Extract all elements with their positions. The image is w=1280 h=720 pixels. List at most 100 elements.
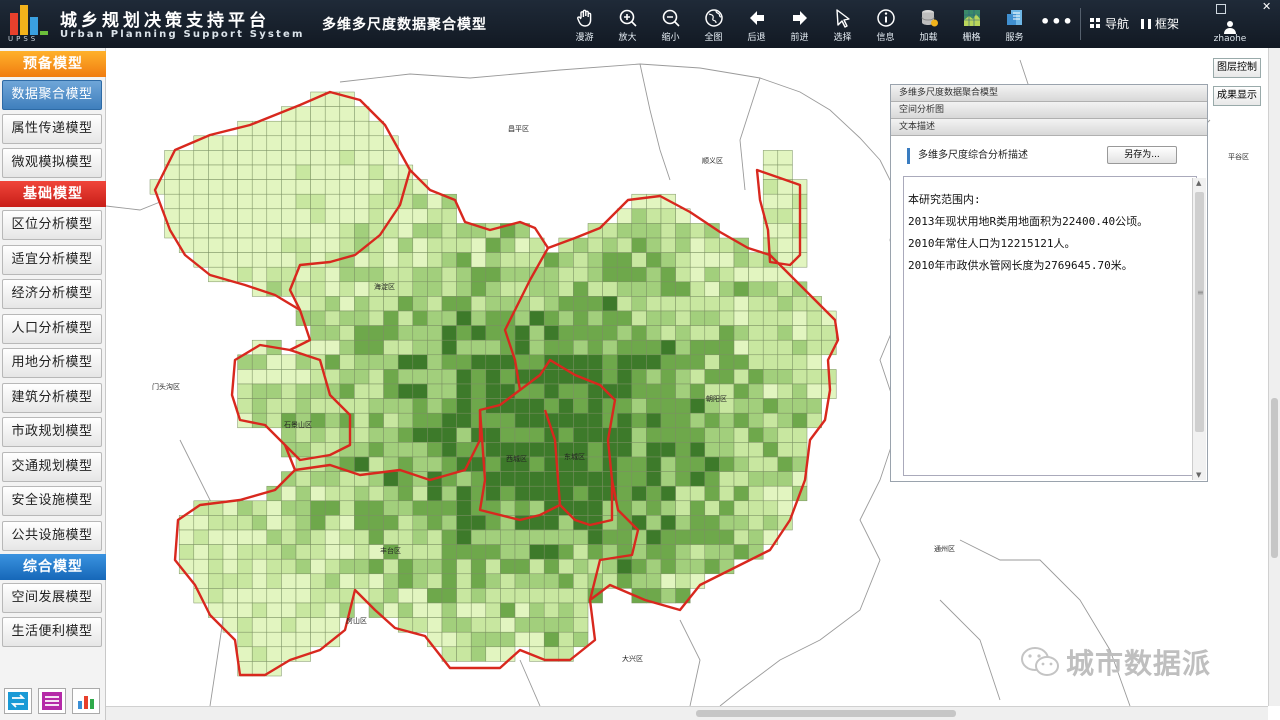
textarea-scroll-thumb[interactable] [1195,192,1204,432]
grid-cell [762,325,779,341]
grid-cell [427,617,443,633]
select-button[interactable]: 选择 [821,0,864,48]
grid-cell [397,237,414,253]
grid-cell [792,369,808,385]
pan-button[interactable]: 漫游 [563,0,606,48]
grid-cell [719,412,735,429]
save-as-button[interactable]: 另存为... [1107,146,1177,164]
grid-cell [689,252,706,268]
grid-cell [310,544,326,560]
menu-micro-simulation[interactable]: 微观模拟模型 [2,148,102,178]
grid-cell [324,500,341,516]
grid-cell [733,339,749,356]
restore-window-icon[interactable] [1216,4,1226,14]
grid-cell [354,164,370,180]
grid-cell [500,544,516,560]
panel-header-model[interactable]: 多维多尺度数据聚合模型 [891,85,1207,102]
grid-cell [500,471,516,487]
panel-header-spatial-map[interactable]: 空间分析图 [891,102,1207,119]
swap-button[interactable] [4,688,32,714]
menu-location-analysis[interactable]: 区位分析模型 [2,210,102,240]
grid-cell [733,383,749,399]
menu-municipal-planning[interactable]: 市政规划模型 [2,417,102,447]
menu-traffic-planning[interactable]: 交通规划模型 [2,452,102,482]
grid-cell [602,369,618,385]
textarea-scrollbar[interactable]: ▲ ≡ ▼ [1192,178,1206,480]
grid-cell [412,515,428,531]
grid-cell [397,515,414,531]
zoom-in-icon [619,9,637,27]
raster-button[interactable]: 栅格 [950,0,993,48]
scroll-down-icon[interactable]: ▼ [1196,471,1201,479]
menu-suitability-analysis[interactable]: 适宜分析模型 [2,245,102,275]
grid-cell [762,339,779,356]
scroll-up-icon[interactable]: ▲ [1196,179,1201,187]
zoom-in-button[interactable]: 放大 [606,0,649,48]
grid-cell [383,485,399,502]
map-vertical-scrollbar[interactable] [1268,48,1280,706]
map-horizontal-scrollbar[interactable] [106,706,1268,720]
menu-building-analysis[interactable]: 建筑分析模型 [2,383,102,413]
grid-cell [456,412,472,429]
info-button[interactable]: 信息 [864,0,907,48]
grid-cell [456,325,472,341]
grid-cell [558,252,574,268]
grid-cell [558,485,574,502]
grid-cell [339,515,355,531]
grid-cell [675,442,691,458]
grid-cell [675,456,691,472]
grid-cell [602,223,618,239]
description-textarea[interactable]: 本研究范围内: 2013年现状用地R类用地面积为22400.40公顷。 2010… [903,176,1197,476]
load-button[interactable]: 加载 [907,0,950,48]
panel-header-text-description[interactable]: 文本描述 [891,119,1207,136]
layer-control-button[interactable]: 图层控制 [1213,58,1261,78]
nav-button[interactable]: 导航 [1090,15,1129,32]
menu-attribute-transfer[interactable]: 属性传递模型 [2,114,102,144]
grid-cell [339,500,355,516]
grid-cell [529,412,545,429]
zoom-out-button[interactable]: 缩小 [649,0,692,48]
forward-button[interactable]: 前进 [778,0,821,48]
grid-cell [485,296,501,312]
grid-cell [237,617,253,633]
menu-safety-facilities[interactable]: 安全设施模型 [2,486,102,516]
result-display-button[interactable]: 成果显示 [1213,86,1261,106]
grid-cell [383,573,399,589]
user-account[interactable]: zhaohe [1200,20,1260,44]
watermark: 城市数据派 [1020,642,1211,682]
grid-cell [237,573,253,589]
grid-cell [573,471,589,487]
service-button[interactable]: 服务 [993,0,1036,48]
menu-population-analysis[interactable]: 人口分析模型 [2,314,102,344]
grid-cell [660,398,676,414]
menu-living-convenience[interactable]: 生活便利模型 [2,617,102,647]
grid-cell [587,471,603,487]
grid-cell [339,339,355,356]
grid-cell [704,500,720,516]
grid-cell [777,485,793,502]
grid-cell [368,412,384,429]
menu-economic-analysis[interactable]: 经济分析模型 [2,279,102,309]
menu-data-aggregation[interactable]: 数据聚合模型 [2,80,102,110]
grid-cell [222,193,238,210]
back-button[interactable]: 后退 [735,0,778,48]
frame-button[interactable]: 框架 [1141,15,1179,32]
chart-button[interactable] [72,688,100,714]
raster-icon [963,10,980,26]
grid-cell [368,369,384,385]
full-extent-button[interactable]: 全图 [692,0,735,48]
vscroll-thumb[interactable] [1271,398,1278,558]
menu-landuse-analysis[interactable]: 用地分析模型 [2,348,102,378]
menu-public-facilities[interactable]: 公共设施模型 [2,521,102,551]
grid-cell [485,427,501,443]
close-window-icon[interactable]: ✕ [1262,0,1271,13]
menu-spatial-development[interactable]: 空间发展模型 [2,583,102,613]
grid-cell [748,354,764,370]
list-button[interactable] [38,688,66,714]
grid-cell [368,120,384,137]
grid-cell [646,515,662,531]
hscroll-thumb[interactable] [696,710,956,717]
grid-cell [266,617,282,633]
more-button[interactable]: ••• [1040,12,1074,31]
select-label: 选择 [833,33,852,43]
